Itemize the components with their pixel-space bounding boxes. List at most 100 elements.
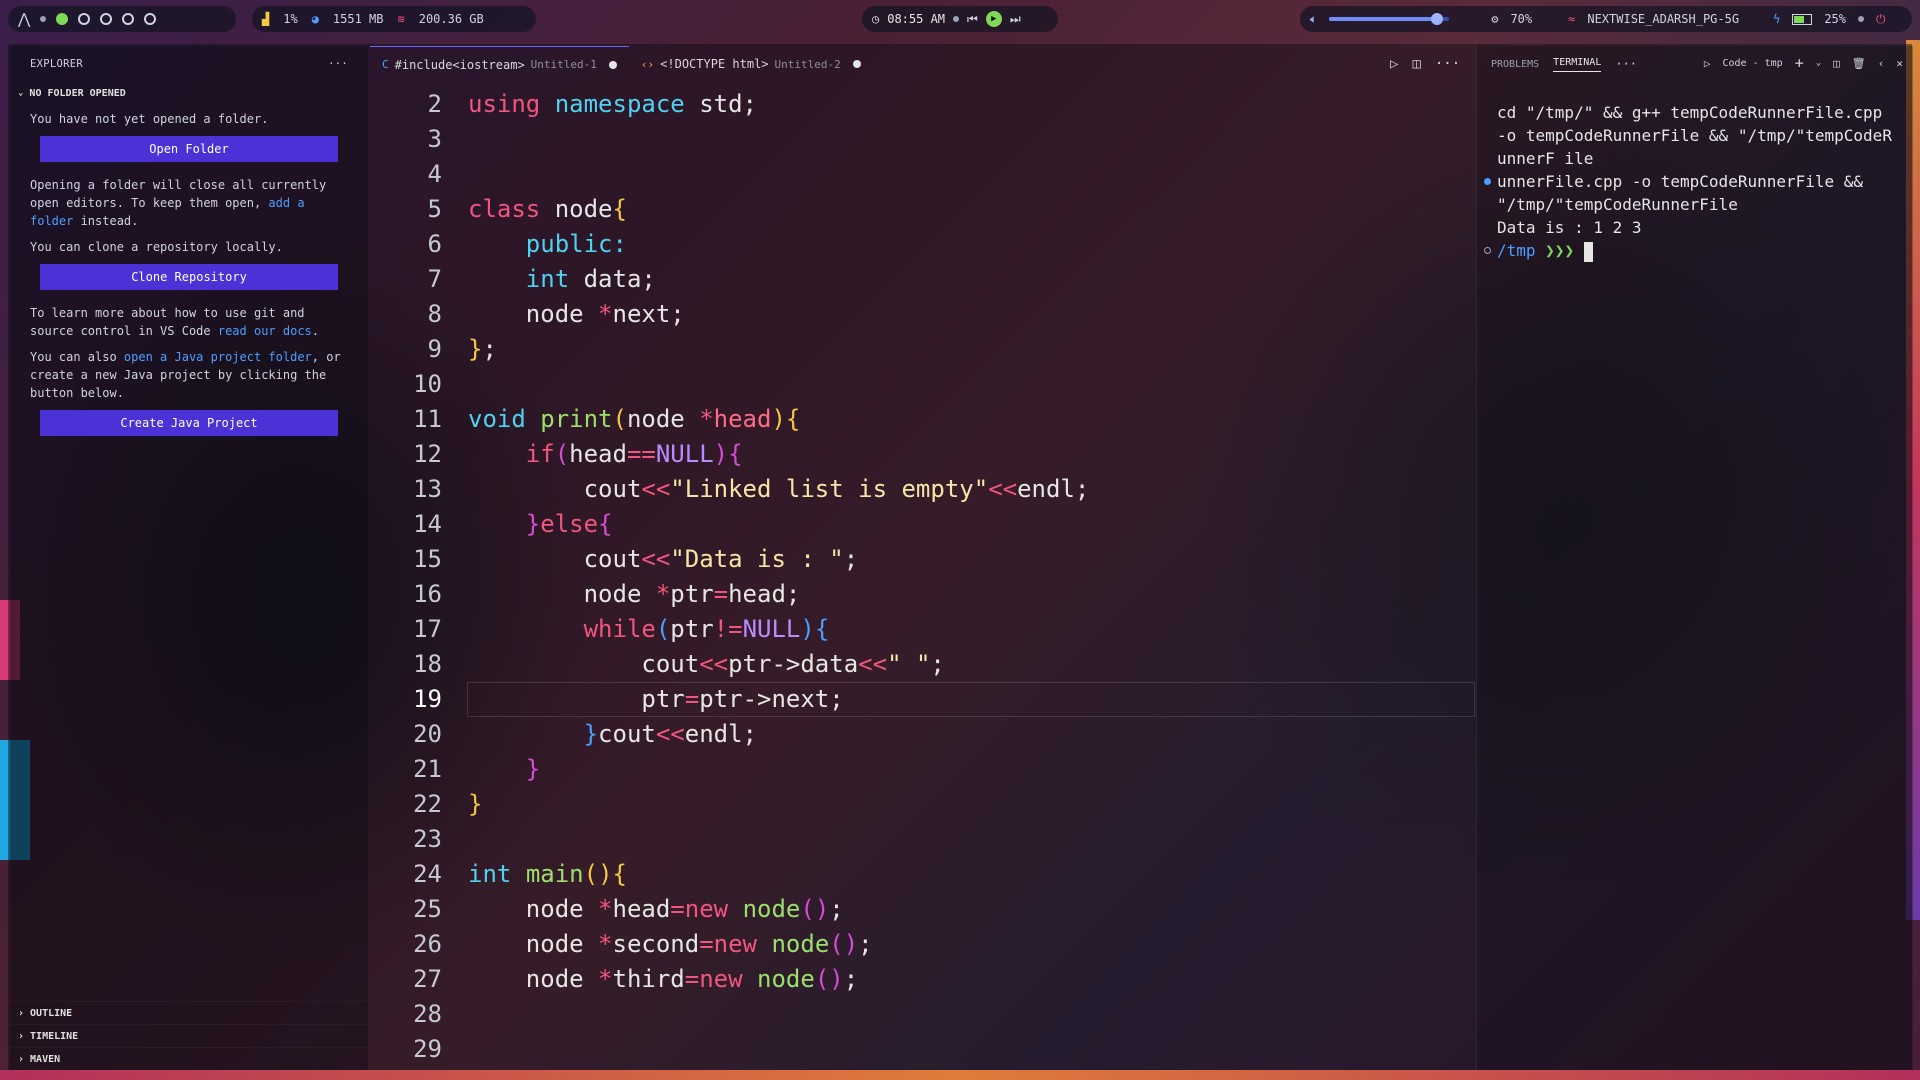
token: {: [728, 440, 743, 468]
volume-icon[interactable]: 🔈︎: [1310, 12, 1317, 27]
open-java-folder-link[interactable]: open a Java project folder: [124, 350, 312, 364]
token: =: [684, 685, 700, 713]
workspace-4[interactable]: [122, 13, 135, 25]
no-folder-section[interactable]: ⌄ NO FOLDER OPENED: [10, 82, 368, 104]
section-title: OUTLINE: [30, 1007, 73, 1019]
line-number: 17: [413, 615, 442, 643]
close-icon[interactable]: ✕: [1896, 57, 1903, 70]
token: " ": [887, 650, 931, 678]
token: ==: [626, 440, 656, 468]
token: second: [612, 930, 700, 958]
token: std;: [684, 90, 757, 118]
workspaces-group: ⋀: [8, 6, 236, 32]
media-play-icon[interactable]: ▶: [985, 11, 1002, 27]
split-terminal-icon[interactable]: ◫: [1833, 57, 1840, 70]
more-actions-icon[interactable]: ···: [1435, 56, 1460, 72]
tab-terminal[interactable]: TERMINAL: [1553, 57, 1602, 72]
line-number: 6: [427, 230, 442, 258]
media-next-icon[interactable]: ⏭: [1010, 12, 1021, 27]
tab-subtitle: Untitled-2: [774, 57, 841, 71]
token: <<: [988, 475, 1018, 503]
volume-knob[interactable]: [1431, 13, 1444, 25]
code-line: 22}: [370, 787, 1474, 822]
tab-problems[interactable]: PROBLEMS: [1491, 59, 1539, 70]
line-number: 25: [413, 895, 442, 923]
code-line: 25 node *head=new node();: [370, 892, 1474, 927]
arch-logo-icon[interactable]: ⋀: [18, 10, 30, 28]
clock-icon: ◷: [872, 12, 880, 26]
token: node: [583, 580, 642, 608]
tab-untitled-1[interactable]: C #include<iostream> Untitled-1: [370, 45, 629, 83]
explorer-more-icon[interactable]: ···: [328, 58, 348, 70]
line-number: 5: [427, 195, 442, 223]
volume-slider[interactable]: [1329, 13, 1450, 25]
clock-time: 08:55 AM: [887, 12, 946, 26]
workspace-5[interactable]: [144, 13, 157, 25]
workspace-1[interactable]: [56, 13, 69, 25]
outline-section[interactable]: › OUTLINE: [10, 1001, 368, 1024]
workspace-2[interactable]: [78, 13, 91, 25]
line-number: 26: [413, 930, 442, 958]
unsaved-dot-icon[interactable]: [852, 60, 861, 68]
token: (: [655, 615, 671, 643]
timeline-section[interactable]: › TIMELINE: [10, 1024, 368, 1047]
unsaved-dot-icon[interactable]: [608, 60, 617, 69]
git-hint: To learn more about how to use git and s…: [10, 304, 368, 340]
line-number: 3: [427, 125, 442, 153]
command-status-dot-icon[interactable]: [1484, 178, 1491, 185]
no-folder-message: You have not yet opened a folder.: [30, 112, 269, 126]
prompt-path: /tmp: [1497, 241, 1536, 260]
read-docs-link[interactable]: read our docs: [218, 324, 312, 338]
token: }: [525, 755, 541, 783]
create-java-project-button[interactable]: Create Java Project: [40, 410, 338, 436]
token: ;: [843, 545, 859, 573]
chevron-left-icon[interactable]: ‹: [1878, 57, 1885, 70]
chevron-down-icon[interactable]: ⌄: [1816, 58, 1821, 68]
line-number: 7: [427, 265, 442, 293]
split-editor-icon[interactable]: ◫: [1412, 56, 1420, 72]
token: }: [525, 510, 541, 538]
terminal-output[interactable]: cd "/tmp/" && g++ tempCodeRunnerFile.cpp…: [1484, 101, 1897, 262]
workspace-3[interactable]: [100, 13, 113, 25]
tab-untitled-2[interactable]: ‹› <!DOCTYPE html> Untitled-2: [629, 46, 873, 82]
token: namespace: [554, 90, 685, 118]
power-icon[interactable]: ⏻: [1876, 12, 1886, 27]
panel-more-icon[interactable]: ···: [1615, 57, 1637, 71]
wifi-name[interactable]: NEXTWISE_ADARSH_PG-5G: [1587, 12, 1739, 26]
token: public:: [525, 230, 627, 258]
token: ->data: [771, 650, 859, 678]
system-stats: ▟ 1% ◕ 1551 MB ≋ 200.36 GB: [252, 6, 536, 32]
maven-section[interactable]: › MAVEN: [10, 1047, 368, 1070]
tab-title: #include<iostream>: [394, 57, 525, 72]
wifi-icon[interactable]: ≈: [1568, 12, 1575, 26]
line-number: 18: [413, 650, 442, 678]
terminal-line-text: unnerFile.cpp -o tempCodeRunnerFile && "…: [1497, 172, 1864, 214]
code-editor[interactable]: 2 using namespace std; 3 4 5 class node{ 6…: [370, 87, 1475, 1067]
token: data;: [569, 265, 656, 293]
trash-icon[interactable]: 🗑︎: [1852, 57, 1866, 70]
clone-repository-button[interactable]: Clone Repository: [40, 264, 338, 290]
token: ->next;: [742, 685, 844, 713]
separator-dot: [40, 16, 47, 22]
token: ): [843, 930, 859, 958]
clone-hint: You can clone a repository locally.: [30, 240, 283, 254]
token: node: [525, 930, 584, 958]
new-terminal-icon[interactable]: +: [1795, 54, 1804, 72]
line-number: 12: [413, 440, 442, 468]
line-number: 24: [413, 860, 442, 888]
html-file-icon: ‹›: [640, 57, 655, 71]
open-folder-button[interactable]: Open Folder: [40, 136, 338, 162]
token: new: [713, 930, 758, 958]
line-content: node *head=new node();: [468, 892, 844, 927]
terminal-name[interactable]: Code - tmp: [1722, 58, 1782, 69]
media-prev-icon[interactable]: ⏮: [967, 12, 978, 27]
chevron-right-icon: ›: [18, 1007, 25, 1019]
status-group: 🔈︎ ⚙ 70% ≈ NEXTWISE_ADARSH_PG-5G ϟ 25% ⏻: [1300, 6, 1912, 32]
code-line: 2 using namespace std;: [370, 87, 1474, 122]
command-status-dot-icon[interactable]: [1484, 247, 1491, 254]
line-number: 10: [413, 370, 442, 398]
run-icon[interactable]: ▷: [1390, 56, 1398, 72]
token: {: [814, 615, 830, 643]
line-content: node *third=new node();: [468, 962, 858, 997]
token: *: [598, 965, 613, 993]
